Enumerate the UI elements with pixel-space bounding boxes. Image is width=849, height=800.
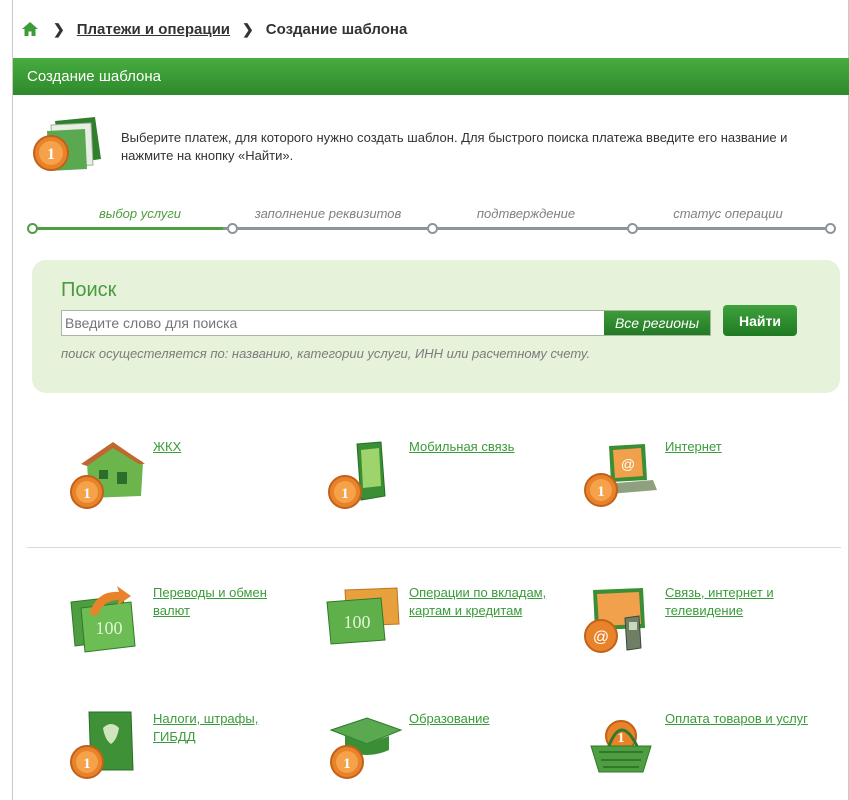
page-frame: ❯ Платежи и операции ❯ Создание шаблона … (12, 0, 849, 800)
emblem-icon: 1 (67, 710, 147, 786)
category-goods-services[interactable]: 1 Оплата товаров и услуг (579, 710, 819, 800)
svg-text:1: 1 (47, 146, 55, 163)
shopping-basket-icon: 1 (579, 710, 659, 786)
svg-text:1: 1 (83, 756, 91, 772)
svg-text:100: 100 (96, 618, 123, 638)
page-title: Создание шаблона (27, 68, 162, 85)
step-label-status: статус операции (673, 206, 783, 221)
graduation-cap-icon: 1 (323, 710, 403, 786)
category-label[interactable]: Оплата товаров и услуг (665, 710, 815, 728)
search-title: Поиск (61, 279, 117, 301)
svg-text:@: @ (621, 456, 635, 472)
svg-text:1: 1 (343, 756, 351, 772)
intro-section: 1 Выберите платеж, для которого нужно со… (27, 115, 827, 185)
category-housing[interactable]: 1 ЖКХ (67, 438, 307, 528)
search-panel: Поиск Все регионы Найти поиск осущестеля… (32, 260, 840, 393)
step-dot (825, 223, 836, 234)
category-label[interactable]: Связь, интернет и телевидение (665, 584, 815, 620)
step-line (223, 227, 825, 230)
category-label[interactable]: Переводы и обмен валют (153, 584, 303, 620)
chevron-right-icon: ❯ (242, 20, 254, 37)
step-label-fill-details: заполнение реквизитов (254, 206, 402, 221)
page-header: Создание шаблона (13, 58, 849, 95)
find-button[interactable]: Найти (723, 305, 797, 336)
svg-text:100: 100 (344, 612, 371, 632)
category-label[interactable]: ЖКХ (153, 438, 303, 456)
money-transfer-icon: 100 (67, 584, 147, 660)
search-hint: поиск осущестеляется по: названию, катег… (61, 346, 591, 361)
category-label[interactable]: Налоги, штрафы, ГИБДД (153, 710, 303, 746)
home-icon[interactable] (21, 20, 39, 38)
category-taxes-fines[interactable]: 1 Налоги, штрафы, ГИБДД (67, 710, 307, 800)
svg-text:@: @ (593, 629, 609, 646)
category-label[interactable]: Мобильная связь (409, 438, 559, 456)
category-internet[interactable]: @ 1 Интернет (579, 438, 819, 528)
step-dot (27, 223, 38, 234)
progress-steps: выбор услуги заполнение реквизитов подтв… (27, 202, 836, 238)
step-label-confirmation: подтверждение (476, 206, 576, 221)
search-input[interactable] (62, 311, 602, 335)
chevron-right-icon: ❯ (53, 20, 65, 37)
category-transfers[interactable]: 100 Переводы и обмен валют (67, 584, 307, 674)
svg-text:1: 1 (618, 731, 625, 746)
step-label-select-service: выбор услуги (98, 206, 182, 221)
region-select-button[interactable]: Все регионы (604, 311, 710, 335)
mobile-phone-icon: 1 (323, 438, 403, 514)
step-dot (427, 223, 438, 234)
category-telecom[interactable]: @ Связь, интернет и телевидение (579, 584, 819, 674)
category-label[interactable]: Интернет (665, 438, 815, 456)
intro-text: Выберите платеж, для которого нужно созд… (121, 130, 788, 163)
category-mobile[interactable]: 1 Мобильная связь (323, 438, 563, 528)
step-line (33, 227, 223, 230)
category-deposits-cards[interactable]: 100 Операции по вкладам, картам и кредит… (323, 584, 563, 674)
section-divider (27, 547, 841, 548)
category-label[interactable]: Образование (409, 710, 559, 728)
category-education[interactable]: 1 Образование (323, 710, 563, 800)
telecom-icon: @ (579, 584, 659, 660)
search-field: Все регионы (61, 310, 711, 336)
category-label[interactable]: Операции по вкладам, картам и кредитам (409, 584, 559, 620)
svg-text:1: 1 (341, 486, 349, 502)
breadcrumb: ❯ Платежи и операции ❯ Создание шаблона (13, 0, 849, 58)
laptop-icon: @ 1 (579, 438, 659, 514)
breadcrumb-link-payments[interactable]: Платежи и операции (77, 21, 230, 38)
folder-coin-icon: 1 (27, 115, 107, 177)
step-dot (627, 223, 638, 234)
banknotes-icon: 100 (323, 584, 403, 660)
svg-text:1: 1 (83, 486, 91, 502)
step-dot (227, 223, 238, 234)
house-icon: 1 (67, 438, 147, 514)
breadcrumb-current: Создание шаблона (265, 20, 408, 38)
svg-text:1: 1 (597, 484, 605, 500)
